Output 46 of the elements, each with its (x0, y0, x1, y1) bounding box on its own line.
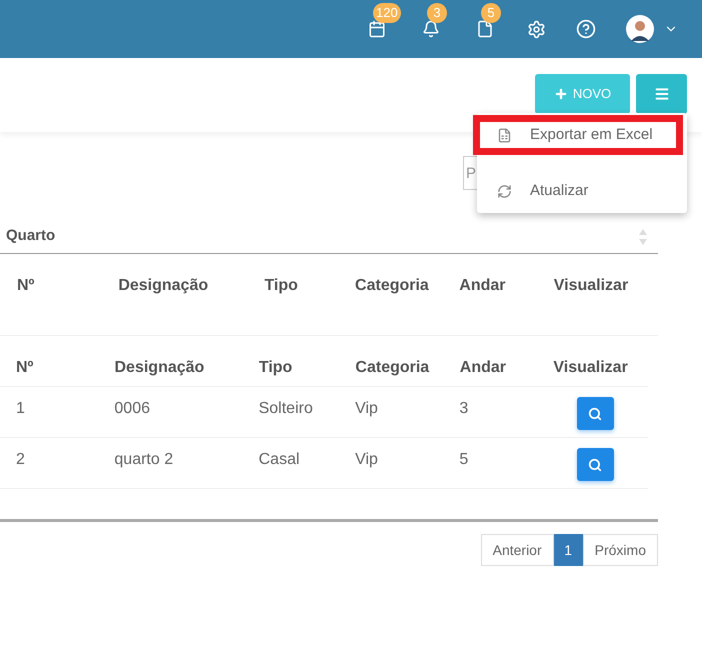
column-header: Nº (16, 359, 34, 376)
view-button[interactable] (576, 448, 614, 481)
table-cell: 1 (16, 400, 25, 417)
column-header: Nº (17, 277, 34, 294)
table-cell: quarto 2 (114, 451, 174, 468)
menu-icon (654, 86, 670, 102)
count-badge: 5 (481, 3, 501, 23)
table-cell: 3 (459, 400, 468, 417)
table-cell: Vip (355, 451, 378, 468)
column-header: Designação (118, 277, 208, 294)
menu-item[interactable]: Atualizar (477, 171, 687, 211)
group-header: Quarto (6, 226, 56, 246)
help-icon[interactable] (576, 19, 596, 39)
column-header: Tipo (264, 277, 298, 294)
column-header: Categoria (355, 277, 429, 294)
column-header: Tipo (258, 359, 292, 376)
spreadsheet-file-icon (497, 128, 512, 142)
refresh-icon (497, 184, 512, 198)
column-header: Andar (460, 359, 506, 376)
count-badge: 120 (373, 3, 401, 23)
column-header: Visualizar (554, 277, 628, 294)
count-badge: 3 (427, 3, 447, 23)
previous-page-button[interactable]: Anterior (480, 534, 554, 566)
page-button[interactable]: 1 (554, 534, 583, 566)
table-cell: 5 (459, 451, 468, 468)
table-cell: 2 (16, 451, 25, 468)
column-header: Andar (459, 277, 506, 294)
calendar-icon[interactable] (368, 20, 386, 38)
plus-icon (554, 87, 568, 101)
search-icon (588, 406, 602, 420)
column-header: Categoria (355, 359, 430, 376)
document-icon[interactable] (476, 20, 494, 38)
column-header: Visualizar (553, 359, 628, 376)
column-header: Designação (114, 359, 204, 376)
table-cell: Casal (258, 451, 300, 468)
menu-button[interactable] (636, 74, 687, 114)
table-cell: Vip (355, 400, 378, 417)
table-cell: Solteiro (258, 400, 313, 417)
table-cell: 0006 (114, 400, 150, 417)
menu-item[interactable]: Exportar em Excel (473, 115, 683, 155)
bell-icon[interactable] (422, 20, 440, 38)
avatar[interactable] (626, 15, 654, 43)
settings-icon[interactable] (527, 20, 546, 38)
next-page-button[interactable]: Próximo (582, 534, 658, 566)
view-button[interactable] (576, 397, 614, 430)
search-icon (588, 458, 602, 472)
